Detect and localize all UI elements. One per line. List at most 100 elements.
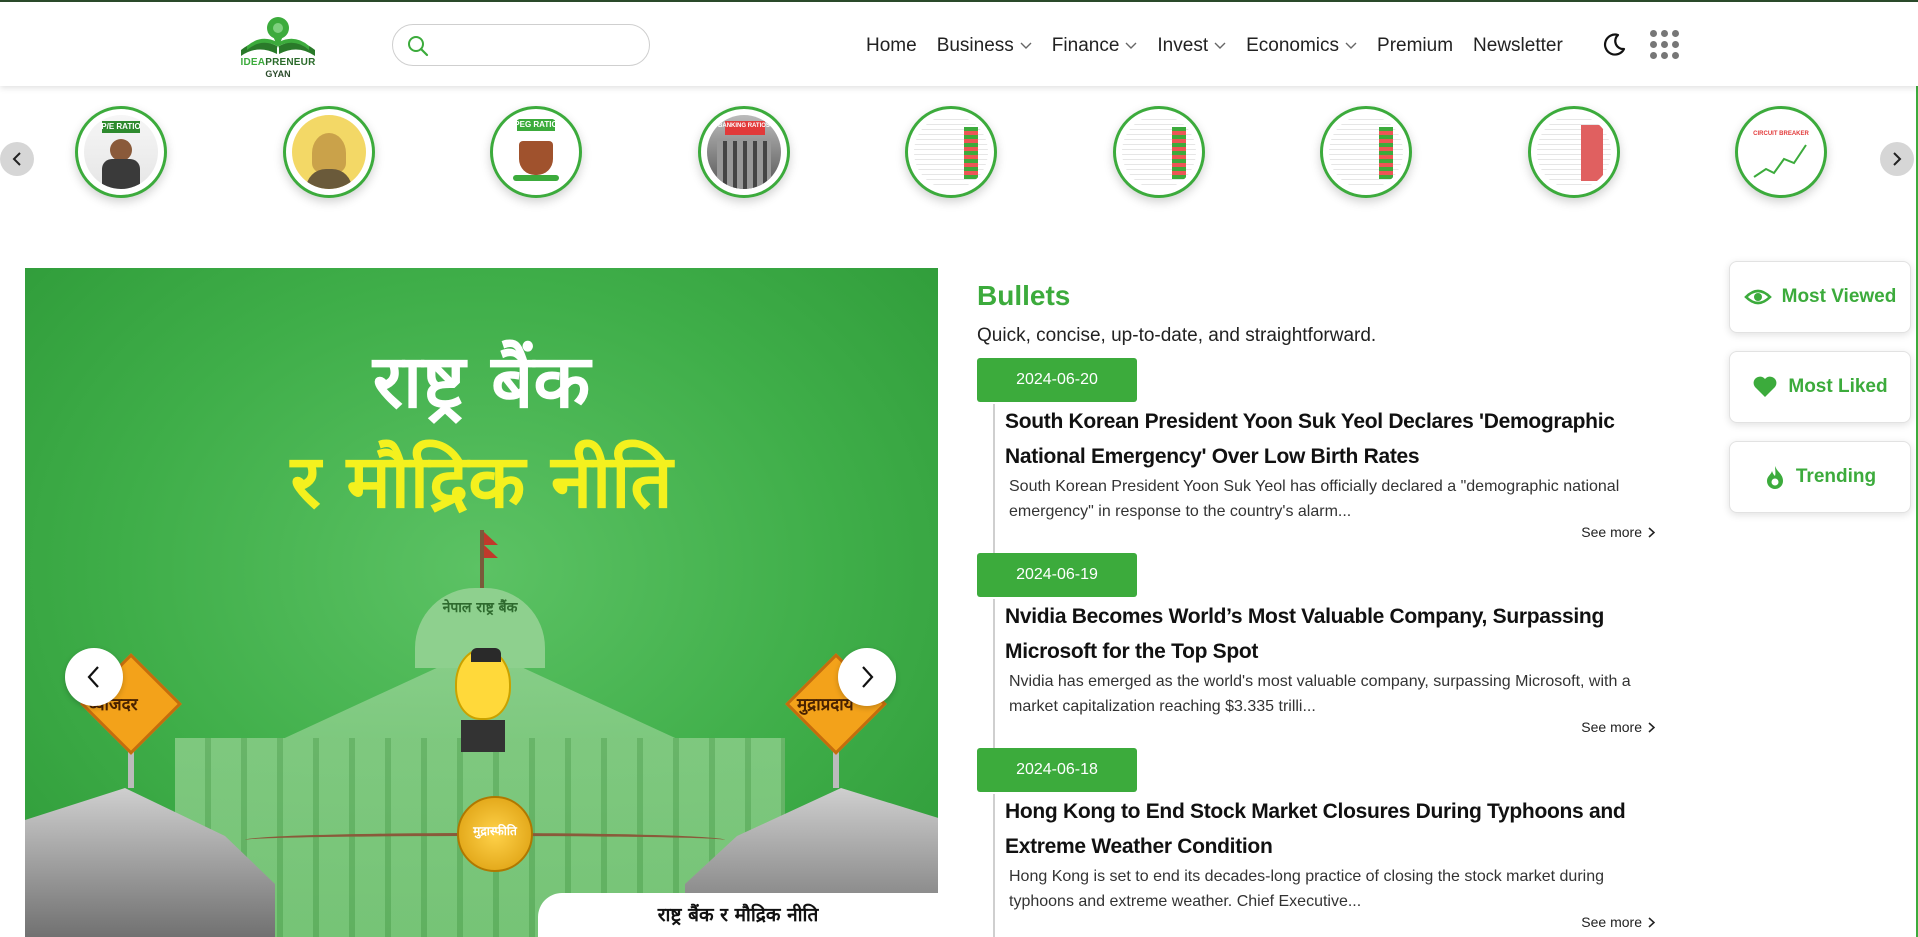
story-shoulders — [306, 169, 352, 189]
story-building — [717, 141, 771, 189]
news-title[interactable]: Nvidia Becomes World’s Most Valuable Com… — [1005, 599, 1655, 669]
nav-premium-label: Premium — [1377, 35, 1454, 56]
search-icon[interactable] — [407, 35, 429, 57]
story-table-column — [1379, 127, 1393, 179]
nav-invest-label: Invest — [1157, 35, 1209, 56]
story-thumbnail — [1122, 115, 1196, 189]
chevron-down-icon — [1020, 42, 1032, 49]
nav-finance[interactable]: Finance — [1052, 35, 1138, 57]
story-item[interactable] — [1528, 106, 1620, 198]
story-item[interactable]: PEG RATIO — [490, 106, 582, 198]
story-thumbnail: P/E RATIO — [84, 115, 158, 189]
nav-newsletter[interactable]: Newsletter — [1473, 35, 1563, 57]
most-liked-button[interactable]: Most Liked — [1729, 351, 1911, 423]
news-title[interactable]: South Korean President Yoon Suk Yeol Dec… — [1005, 404, 1655, 474]
news-title[interactable]: Hong Kong to End Stock Market Closures D… — [1005, 794, 1655, 864]
story-table-column — [1172, 127, 1186, 179]
trending-button[interactable]: Trending — [1729, 441, 1911, 513]
bullets-subtitle: Quick, concise, up-to-date, and straight… — [977, 325, 1377, 346]
hero-slider[interactable]: राष्ट्र बैंक र मौद्रिक नीति नेपाल राष्ट्… — [25, 268, 938, 937]
story-caption: PEG RATIO — [514, 120, 558, 129]
nav-invest[interactable]: Invest — [1157, 35, 1226, 57]
mascot-hat — [471, 648, 501, 662]
nav-finance-label: Finance — [1051, 35, 1120, 56]
trending-label: Trending — [1795, 466, 1877, 487]
see-more-link[interactable]: See more — [1581, 914, 1655, 930]
story-item[interactable] — [905, 106, 997, 198]
search-input[interactable] — [439, 33, 639, 57]
story-person-head — [110, 139, 132, 161]
grid-dots-icon[interactable] — [1650, 30, 1680, 60]
chevron-right-icon — [862, 666, 874, 688]
chevron-right-icon — [1648, 721, 1655, 733]
logo-text: IDEAPRENEUR — [233, 57, 323, 68]
hero-next-button[interactable] — [838, 648, 896, 706]
news-body: Nvidia Becomes World’s Most Valuable Com… — [993, 599, 1667, 749]
hero-title-line2: र मौद्रिक नीति — [290, 439, 673, 525]
story-caption: BANKING RATIOS — [718, 123, 770, 129]
story-line-chart-icon — [1753, 144, 1807, 178]
story-thumbnail: CIRCUIT BREAKER — [1744, 115, 1818, 189]
story-table-column — [1581, 125, 1603, 181]
chevron-down-icon — [1214, 42, 1226, 49]
heart-icon — [1753, 376, 1777, 397]
see-more-label: See more — [1581, 524, 1642, 540]
nav-home[interactable]: Home — [866, 35, 917, 57]
most-liked-label: Most Liked — [1788, 376, 1888, 397]
most-viewed-label: Most Viewed — [1781, 286, 1897, 307]
see-more-link[interactable]: See more — [1581, 719, 1655, 735]
news-body: South Korean President Yoon Suk Yeol Dec… — [993, 404, 1667, 554]
news-date: 2024-06-20 — [977, 358, 1137, 402]
most-viewed-button[interactable]: Most Viewed — [1729, 261, 1911, 333]
see-more-label: See more — [1581, 914, 1642, 930]
story-item[interactable]: CIRCUIT BREAKER — [1735, 106, 1827, 198]
nepal-flag-icon — [484, 532, 498, 558]
hero-caption[interactable]: राष्ट्र बैंक र मौद्रिक नीति — [538, 893, 938, 937]
story-thumbnail — [292, 115, 366, 189]
chevron-down-icon — [1125, 42, 1137, 49]
logo-book-bulb-icon — [241, 17, 315, 56]
hero-title-line1: राष्ट्र बैंक — [372, 339, 591, 425]
nav-business-label: Business — [936, 35, 1014, 56]
story-thumbnail: PEG RATIO — [499, 115, 573, 189]
story-item[interactable] — [283, 106, 375, 198]
stories-next-button[interactable] — [1880, 142, 1914, 176]
chevron-left-icon — [12, 152, 21, 166]
search-box[interactable] — [392, 24, 650, 66]
logo-text-preneur: PRENEUR — [265, 57, 316, 68]
bullets-title: Bullets — [977, 280, 1071, 311]
story-item[interactable] — [1320, 106, 1412, 198]
news-desc: South Korean President Yoon Suk Yeol has… — [1009, 478, 1620, 520]
story-item[interactable]: BANKING RATIOS — [698, 106, 790, 198]
chevron-down-icon — [1345, 42, 1357, 49]
news-item: 2024-06-20 South Korean President Yoon S… — [977, 358, 1667, 558]
story-head-silhouette — [312, 133, 346, 173]
chevron-left-icon — [87, 666, 99, 688]
nav-home-label: Home — [866, 35, 917, 56]
news-date: 2024-06-18 — [977, 748, 1137, 792]
site-logo[interactable]: IDEAPRENEUR GYAN — [233, 14, 323, 80]
story-thumbnail — [914, 115, 988, 189]
story-item[interactable]: P/E RATIO — [75, 106, 167, 198]
nav-business[interactable]: Business — [937, 35, 1032, 57]
chevron-right-icon — [1648, 526, 1655, 538]
moon-icon[interactable] — [1601, 32, 1627, 58]
nav-premium[interactable]: Premium — [1377, 35, 1453, 57]
news-item: 2024-06-19 Nvidia Becomes World’s Most V… — [977, 553, 1667, 753]
mascot-body — [461, 720, 505, 752]
chevron-right-icon — [1893, 152, 1902, 166]
see-more-link[interactable]: See more — [1581, 524, 1655, 540]
story-item[interactable] — [1113, 106, 1205, 198]
stories-prev-button[interactable] — [0, 142, 34, 176]
main-nav: Home Business Finance Invest Economics P… — [866, 32, 1583, 60]
story-thumbnail — [1329, 115, 1403, 189]
story-chai-cup — [519, 141, 553, 175]
hero-prev-button[interactable] — [65, 648, 123, 706]
eye-icon — [1743, 289, 1772, 305]
story-thumbnail — [1537, 115, 1611, 189]
nav-economics[interactable]: Economics — [1246, 35, 1357, 57]
nav-newsletter-label: Newsletter — [1473, 35, 1563, 56]
story-person-body — [102, 159, 140, 189]
story-saucer — [513, 175, 559, 181]
story-table-column — [964, 127, 978, 179]
